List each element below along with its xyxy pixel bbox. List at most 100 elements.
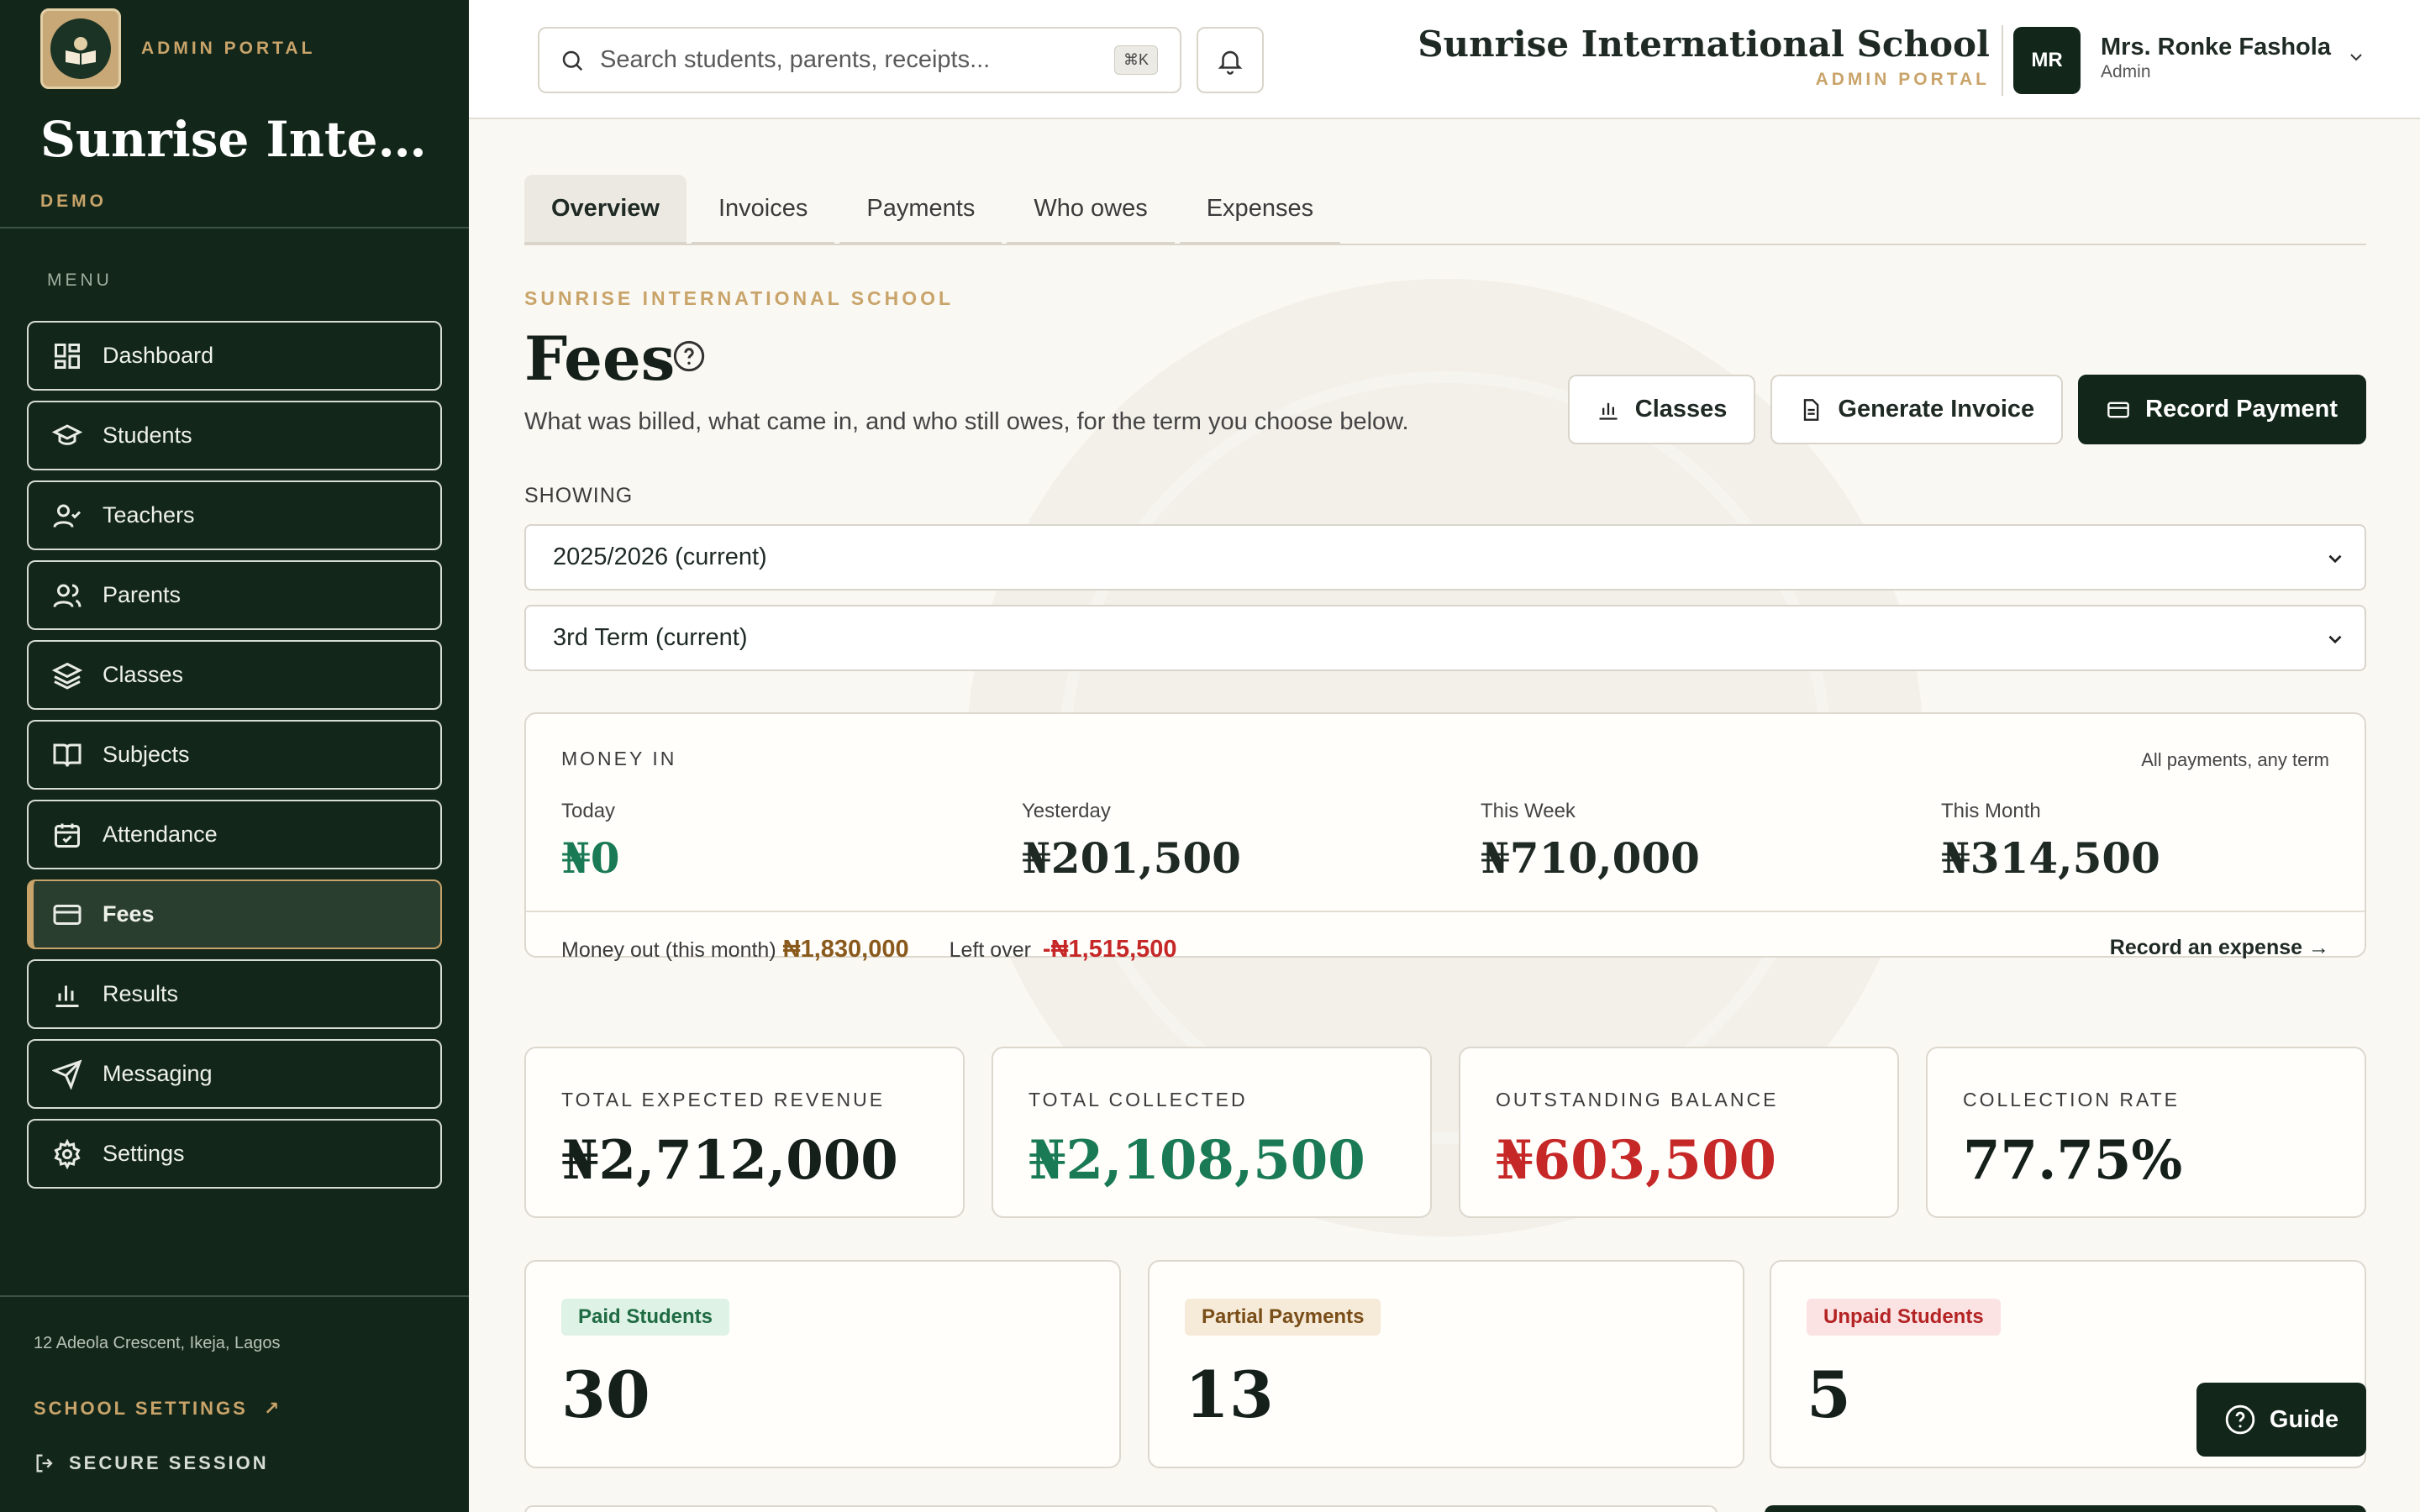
status-count: 13 [1185, 1357, 1274, 1432]
chevron-down-icon [2328, 635, 2342, 644]
bar-chart-icon [1599, 402, 1618, 420]
session-select-value: 2025/2026 (current) [553, 543, 767, 570]
kpi-collection-rate: COLLECTION RATE 77.75% [1926, 1047, 2366, 1218]
sidebar-item-teachers[interactable]: Teachers [27, 480, 442, 550]
sidebar-brand: ADMIN PORTAL Sunrise Intern... DEMO [0, 0, 469, 228]
status-partial-card: Partial Payments 13 [1148, 1260, 1744, 1468]
money-out-value: ₦1,830,000 [782, 936, 909, 963]
sidebar-item-label: Messaging [103, 1061, 213, 1086]
bar-chart-icon [52, 979, 82, 1010]
notifications-button[interactable] [1197, 27, 1264, 93]
sidebar-item-label: Students [103, 423, 192, 448]
chevron-down-icon[interactable] [2346, 47, 2366, 67]
money-in-note: All payments, any term [2141, 749, 2329, 770]
menu-label: MENU [47, 270, 113, 290]
stat-this-week: This Week ₦710,000 [1481, 800, 1700, 883]
tab-invoices[interactable]: Invoices [691, 175, 835, 244]
stat-today: Today ₦0 [561, 800, 620, 883]
record-payment-button[interactable]: Record Payment [2078, 375, 2366, 444]
money-in-divider [526, 911, 2365, 912]
guide-button[interactable]: Guide [2196, 1383, 2366, 1457]
stat-label: Yesterday [1022, 800, 1111, 822]
page-eyebrow: SUNRISE INTERNATIONAL SCHOOL [524, 287, 955, 309]
sidebar-item-classes[interactable]: Classes [27, 640, 442, 710]
kpi-label: OUTSTANDING BALANCE [1496, 1089, 1779, 1110]
chevron-down-icon [2328, 554, 2342, 564]
showing-label: SHOWING [524, 484, 634, 507]
kpi-value: 77.75% [1963, 1129, 2183, 1192]
term-select[interactable]: 3rd Term (current) [524, 605, 2366, 671]
sidebar-item-label: Settings [103, 1141, 185, 1166]
topbar-school-name: Sunrise International School [1418, 24, 1990, 65]
stat-value: ₦0 [561, 833, 620, 883]
sidebar-item-subjects[interactable]: Subjects [27, 720, 442, 790]
send-icon [52, 1059, 82, 1089]
credit-card-icon [2107, 402, 2129, 417]
next-dark-card-edge [1765, 1505, 2366, 1512]
help-circle-icon[interactable] [672, 339, 706, 373]
book-sun-icon [66, 37, 96, 65]
sidebar-item-label: Teachers [103, 502, 195, 528]
stat-yesterday: Yesterday ₦201,500 [1022, 800, 1241, 883]
bell-icon [1218, 50, 1243, 75]
page-actions: Classes Generate Invoice Record Payment [1553, 375, 2366, 444]
sidebar-item-results[interactable]: Results [27, 959, 442, 1029]
guide-label: Guide [2269, 1405, 2339, 1433]
portal-label: ADMIN PORTAL [141, 39, 316, 58]
session-select[interactable]: 2025/2026 (current) [524, 524, 2366, 591]
avatar[interactable]: MR [2013, 27, 2081, 94]
search-input[interactable] [600, 46, 1104, 74]
book-open-icon [52, 740, 82, 770]
sidebar-item-fees[interactable]: Fees [27, 879, 442, 949]
tab-overview[interactable]: Overview [524, 175, 687, 244]
money-in-label: MONEY IN [561, 748, 677, 769]
stat-value: ₦710,000 [1481, 833, 1700, 883]
stat-label: This Week [1481, 800, 1576, 822]
topbar: ⌘K Sunrise International School ADMIN PO… [469, 0, 2420, 119]
kpi-value: ₦603,500 [1496, 1129, 1776, 1192]
sidebar-item-settings[interactable]: Settings [27, 1119, 442, 1189]
user-check-icon [52, 501, 82, 531]
gear-icon [52, 1138, 82, 1169]
arrow-up-right-icon: ↗ [263, 1398, 282, 1419]
sidebar-item-students[interactable]: Students [27, 401, 442, 470]
secure-session-label: SECURE SESSION [69, 1452, 269, 1473]
user-name[interactable]: Mrs. Ronke Fashola [2101, 34, 2331, 61]
left-over-value: -₦1,515,500 [1042, 936, 1177, 963]
kpi-value: ₦2,108,500 [1028, 1129, 1365, 1192]
tab-who-owes[interactable]: Who owes [1007, 175, 1175, 244]
record-payment-label: Record Payment [2145, 396, 2338, 423]
status-count: 30 [561, 1357, 650, 1432]
status-badge: Partial Payments [1185, 1299, 1381, 1336]
record-expense-link[interactable]: Record an expense → [2110, 936, 2329, 960]
sidebar-item-messaging[interactable]: Messaging [27, 1039, 442, 1109]
term-select-value: 3rd Term (current) [553, 624, 748, 651]
kpi-value: ₦2,712,000 [561, 1129, 898, 1192]
user-role: Admin [2101, 62, 2151, 81]
search-box[interactable]: ⌘K [538, 27, 1181, 93]
sidebar-item-attendance[interactable]: Attendance [27, 800, 442, 869]
stat-label: Today [561, 800, 616, 822]
page-title: Fees [524, 323, 676, 394]
classes-button[interactable]: Classes [1567, 375, 1756, 444]
status-paid-card: Paid Students 30 [524, 1260, 1121, 1468]
sidebar-item-label: Parents [103, 582, 182, 607]
school-logo [40, 8, 121, 89]
secure-session-button[interactable]: SECURE SESSION [34, 1452, 269, 1475]
sidebar-item-label: Subjects [103, 742, 190, 767]
kpi-total-expected: TOTAL EXPECTED REVENUE ₦2,712,000 [524, 1047, 965, 1218]
generate-invoice-button[interactable]: Generate Invoice [1770, 375, 2064, 444]
sidebar-item-label: Fees [103, 901, 155, 927]
status-count: 5 [1807, 1357, 1851, 1432]
credit-card-icon [52, 900, 82, 930]
left-over-label: Left over [949, 938, 1031, 962]
tab-expenses[interactable]: Expenses [1179, 175, 1341, 244]
sidebar-item-dashboard[interactable]: Dashboard [27, 321, 442, 391]
status-badge: Paid Students [561, 1299, 730, 1336]
tab-payments[interactable]: Payments [839, 175, 1002, 244]
next-card-edge [524, 1505, 1718, 1512]
sidebar-item-parents[interactable]: Parents [27, 560, 442, 630]
school-settings-link[interactable]: SCHOOL SETTINGS ↗ [34, 1398, 281, 1420]
topbar-divider [2002, 25, 2003, 96]
fees-tabs: Overview Invoices Payments Who owes Expe… [524, 175, 2366, 245]
